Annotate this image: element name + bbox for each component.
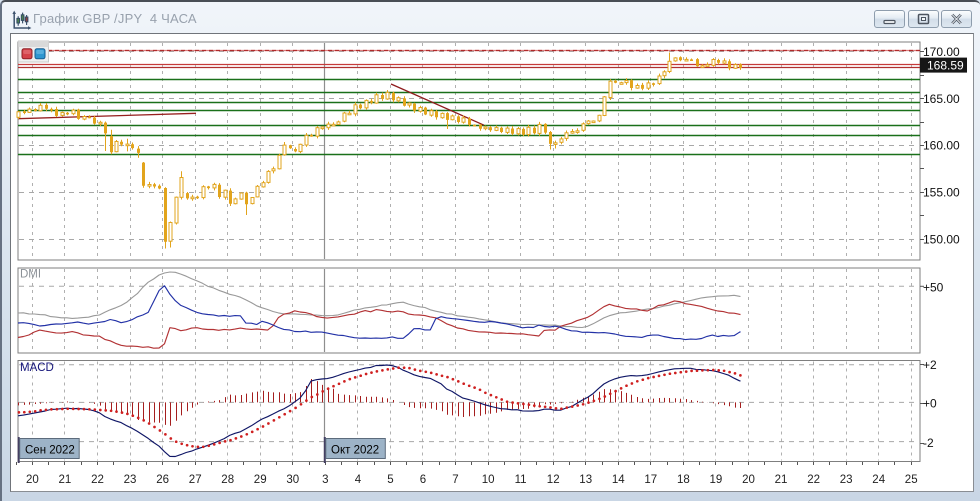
svg-text:28: 28	[221, 474, 234, 486]
svg-text:14: 14	[612, 474, 625, 486]
svg-text:+0: +0	[923, 396, 937, 410]
svg-text:Сен 2022: Сен 2022	[25, 444, 75, 456]
svg-text:22: 22	[91, 474, 104, 486]
svg-text:30: 30	[286, 474, 299, 486]
svg-text:17: 17	[644, 474, 657, 486]
svg-text:19: 19	[710, 474, 723, 486]
svg-text:170.00: 170.00	[923, 45, 960, 59]
svg-text:26: 26	[156, 474, 169, 486]
svg-text:6: 6	[420, 474, 426, 486]
svg-text:11: 11	[515, 474, 527, 486]
svg-text:21: 21	[59, 474, 72, 486]
svg-text:150.00: 150.00	[923, 233, 960, 247]
svg-text:5: 5	[387, 474, 393, 486]
svg-text:-2: -2	[923, 436, 934, 450]
svg-text:29: 29	[254, 474, 267, 486]
svg-text:12: 12	[547, 474, 560, 486]
svg-text:13: 13	[579, 474, 592, 486]
svg-text:20: 20	[26, 474, 39, 486]
svg-text:24: 24	[872, 474, 885, 486]
svg-text:10: 10	[482, 474, 495, 486]
svg-text:27: 27	[189, 474, 202, 486]
svg-text:155.00: 155.00	[923, 186, 960, 200]
svg-text:18: 18	[677, 474, 690, 486]
svg-text:165.00: 165.00	[923, 92, 960, 106]
svg-text:3: 3	[322, 474, 328, 486]
svg-text:160.00: 160.00	[923, 139, 960, 153]
svg-text:21: 21	[775, 474, 788, 486]
svg-text:MACD: MACD	[20, 362, 54, 374]
svg-text:+2: +2	[923, 358, 937, 372]
svg-text:20: 20	[742, 474, 755, 486]
svg-text:22: 22	[807, 474, 820, 486]
svg-text:Окт 2022: Окт 2022	[331, 444, 379, 456]
svg-text:4: 4	[355, 474, 362, 486]
svg-text:168.59: 168.59	[927, 58, 964, 72]
svg-text:23: 23	[124, 474, 137, 486]
svg-text:+50: +50	[923, 281, 944, 295]
svg-text:7: 7	[452, 474, 458, 486]
svg-text:25: 25	[905, 474, 918, 486]
svg-text:23: 23	[840, 474, 853, 486]
svg-text:DMI: DMI	[20, 269, 41, 281]
